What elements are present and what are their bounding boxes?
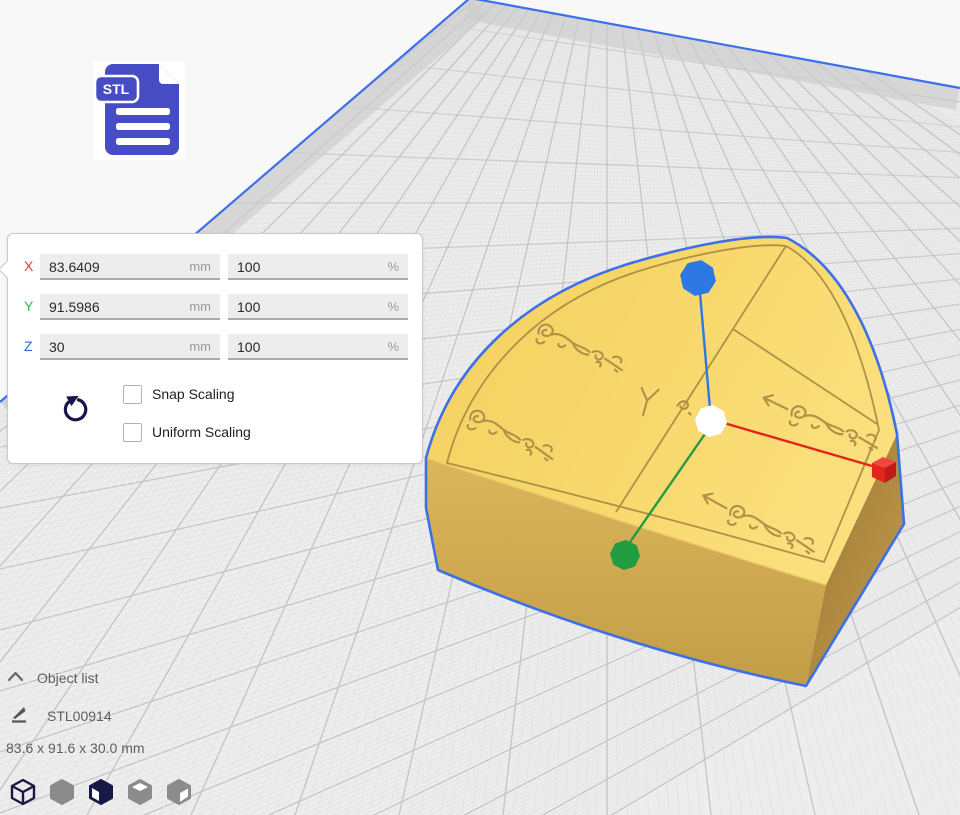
cube-right-view-icon: [166, 778, 192, 806]
stl-badge-label: STL: [103, 81, 130, 97]
scale-x-percent-input[interactable]: 100 %: [228, 254, 408, 280]
object-list-item[interactable]: STL00914: [47, 708, 112, 724]
scale-x-percent-value: 100: [237, 259, 260, 275]
unit-label-percent: %: [387, 334, 399, 360]
rotate-counterclockwise-icon: [58, 392, 92, 426]
mesh-object-icon: [9, 704, 29, 724]
snap-scaling-label[interactable]: Snap Scaling: [152, 386, 235, 402]
view-front-button[interactable]: [49, 778, 75, 806]
object-list-collapse-button[interactable]: [6, 669, 26, 685]
unit-label-mm: mm: [189, 254, 211, 280]
scale-y-mm-input[interactable]: 91.5986 mm: [40, 294, 220, 320]
unit-label-percent: %: [387, 294, 399, 320]
snap-scaling-checkbox[interactable]: [123, 385, 142, 404]
cube-front-view-icon: [88, 778, 114, 806]
scale-x-mm-value: 83.6409: [49, 259, 100, 275]
uniform-scaling-option[interactable]: Uniform Scaling: [123, 422, 251, 442]
folded-corner: [159, 64, 179, 84]
cube-solid-view-icon: [49, 778, 75, 806]
scale-y-percent-value: 100: [237, 299, 260, 315]
snap-scaling-option[interactable]: Snap Scaling: [123, 384, 235, 404]
chevron-up-icon: [6, 669, 26, 685]
stl-document-icon: STL: [95, 62, 183, 159]
gizmo-center-handle[interactable]: [697, 407, 725, 435]
view-right-button[interactable]: [166, 778, 192, 806]
view-left-button[interactable]: [127, 778, 153, 806]
axis-label-y: Y: [24, 298, 33, 314]
scale-z-percent-input[interactable]: 100 %: [228, 334, 408, 360]
gizmo-y-handle[interactable]: [612, 542, 638, 568]
stl-file-icon: STL: [93, 61, 185, 160]
unit-label-mm: mm: [189, 334, 211, 360]
axis-label-z: Z: [24, 338, 33, 354]
scale-x-mm-input[interactable]: 83.6409 mm: [40, 254, 220, 280]
reset-scale-button[interactable]: [58, 392, 92, 426]
scale-row-y: Y 91.5986 mm 100 %: [8, 294, 422, 320]
uniform-scaling-label[interactable]: Uniform Scaling: [152, 424, 251, 440]
unit-label-percent: %: [387, 254, 399, 280]
cube-left-view-icon: [127, 778, 153, 806]
scale-z-percent-value: 100: [237, 339, 260, 355]
scale-row-z: Z 30 mm 100 %: [8, 334, 422, 360]
cube-3d-view-icon: [10, 778, 36, 806]
scale-y-percent-input[interactable]: 100 %: [228, 294, 408, 320]
viewport-3d[interactable]: STL X 83.6409 mm 100 % Y 91.5986 mm: [0, 0, 960, 815]
object-list-header[interactable]: Object list: [37, 670, 98, 686]
scale-y-mm-value: 91.5986: [49, 299, 100, 315]
view-open-front-button[interactable]: [88, 778, 114, 806]
gizmo-z-handle[interactable]: [682, 262, 714, 294]
view-preset-toolbar: [10, 778, 192, 806]
selected-object-dimensions: 83.6 x 91.6 x 30.0 mm: [6, 740, 145, 756]
scale-row-x: X 83.6409 mm 100 %: [8, 254, 422, 280]
scale-z-mm-input[interactable]: 30 mm: [40, 334, 220, 360]
scale-z-mm-value: 30: [49, 339, 65, 355]
uniform-scaling-checkbox[interactable]: [123, 423, 142, 442]
axis-label-x: X: [24, 258, 33, 274]
unit-label-mm: mm: [189, 294, 211, 320]
scale-tool-panel: X 83.6409 mm 100 % Y 91.5986 mm 100 % Z: [7, 233, 423, 464]
view-3d-button[interactable]: [10, 778, 36, 806]
